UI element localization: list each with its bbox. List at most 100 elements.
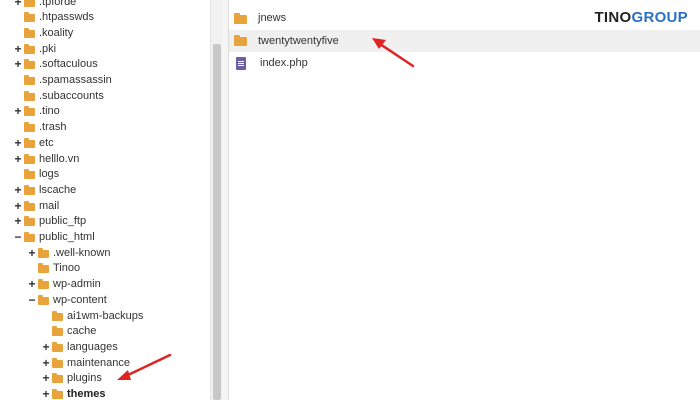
tree-item-label: lscache — [39, 183, 77, 196]
tree-item[interactable]: .htpasswds — [14, 10, 94, 25]
folder-icon — [38, 279, 49, 290]
folder-icon — [24, 106, 35, 117]
tree-item[interactable]: Tinoo — [28, 261, 80, 276]
tree-item[interactable]: + mail — [14, 198, 59, 213]
expand-icon[interactable]: + — [14, 58, 22, 70]
panel-divider[interactable] — [222, 0, 229, 400]
folder-tree: + .tpforde .htpasswds .koality + .pki + .softac… — [0, 0, 210, 400]
folder-icon — [24, 232, 35, 242]
tree-item[interactable]: cache — [42, 324, 96, 339]
tree-item[interactable]: .subaccounts — [14, 88, 104, 103]
folder-icon — [24, 216, 35, 227]
tree-item-label: languages — [67, 340, 118, 353]
tree-item-label: .softaculous — [39, 58, 98, 71]
file-row[interactable]: twentytwentyfive — [229, 29, 700, 52]
tree-item[interactable]: + .softaculous — [14, 57, 98, 72]
tree-item[interactable]: .spamassassin — [14, 73, 112, 88]
expand-icon[interactable]: + — [14, 0, 22, 8]
expand-icon[interactable]: + — [14, 153, 22, 165]
tree-item-label: etc — [39, 136, 54, 149]
tree-item[interactable]: .trash — [14, 120, 67, 135]
tree-item[interactable]: .koality — [14, 25, 73, 40]
tree-item[interactable]: − wp-content — [28, 292, 106, 307]
tree-item[interactable]: + wp-admin — [28, 277, 101, 292]
folder-icon — [24, 200, 35, 211]
folder-icon — [24, 184, 35, 195]
folder-icon — [24, 12, 35, 23]
expand-icon[interactable]: + — [42, 357, 50, 369]
collapse-icon[interactable]: − — [14, 231, 22, 243]
tree-item[interactable]: + .tino — [14, 104, 60, 119]
tree-item-label: mail — [39, 199, 60, 212]
folder-icon — [52, 389, 63, 399]
folder-icon — [52, 326, 63, 337]
tree-item[interactable]: + .well-known — [28, 245, 110, 260]
tree-item-label: wp-admin — [53, 278, 101, 291]
tree-item[interactable]: + .pki — [14, 41, 56, 56]
expand-icon[interactable]: + — [42, 372, 50, 384]
tree-item-label: maintenance — [67, 356, 130, 369]
expand-icon[interactable]: + — [14, 215, 22, 227]
tree-item[interactable]: + languages — [42, 339, 118, 354]
tree-item[interactable]: + themes — [42, 387, 106, 400]
tree-item-label: plugins — [67, 372, 102, 385]
folder-icon — [24, 169, 35, 180]
folder-icon — [24, 153, 35, 164]
tree-item[interactable]: + plugins — [42, 371, 102, 386]
folder-icon — [52, 310, 63, 321]
tree-item-label: public_html — [39, 231, 95, 243]
folder-icon — [52, 357, 63, 368]
file-name: jnews — [258, 12, 287, 24]
expand-icon[interactable]: + — [42, 388, 50, 400]
tree-item[interactable]: + etc — [14, 135, 54, 150]
file-icon — [236, 56, 246, 70]
file-name: index.php — [260, 57, 308, 69]
tree-item[interactable]: − public_html — [14, 230, 95, 245]
expand-icon[interactable]: + — [42, 341, 50, 353]
tree-item-label: public_ftp — [39, 215, 87, 228]
tree-item-label: .well-known — [53, 246, 111, 259]
file-list: jnews twentytwentyfive index.php — [229, 0, 700, 400]
folder-icon — [38, 294, 49, 305]
tree-item-label: .subaccounts — [39, 89, 104, 102]
tree-item[interactable]: logs — [14, 167, 59, 182]
expand-icon[interactable]: + — [28, 278, 36, 290]
expand-icon[interactable]: + — [14, 43, 22, 55]
tree-item-label: .trash — [39, 121, 67, 134]
tree-item[interactable]: + public_ftp — [14, 214, 86, 229]
folder-icon — [24, 122, 35, 133]
folder-icon — [234, 12, 247, 24]
tree-item-label: .tino — [39, 105, 60, 118]
tree-item[interactable]: + lscache — [14, 182, 76, 197]
tree-item-label: themes — [67, 388, 106, 400]
folder-icon — [38, 263, 49, 274]
folder-icon — [24, 90, 35, 101]
expand-icon[interactable]: + — [14, 184, 22, 196]
tree-item-label: .koality — [39, 26, 74, 39]
tree-item[interactable]: + helllo.vn — [14, 151, 79, 166]
folder-icon — [24, 59, 35, 70]
expand-icon[interactable]: + — [14, 105, 22, 117]
folder-icon — [24, 27, 35, 38]
collapse-icon[interactable]: − — [28, 294, 36, 306]
expand-icon[interactable]: + — [14, 137, 22, 149]
expand-icon[interactable]: + — [14, 200, 22, 212]
scrollbar-thumb[interactable] — [213, 44, 221, 400]
tree-item-label: helllo.vn — [39, 152, 80, 165]
expand-icon[interactable]: + — [28, 247, 36, 259]
folder-icon — [24, 137, 35, 148]
folder-icon — [38, 247, 49, 258]
tree-item-label: cache — [67, 325, 97, 338]
tree-item[interactable]: + maintenance — [42, 355, 130, 370]
tree-item-label: .spamassassin — [39, 74, 112, 86]
tino-group-logo: TINOGROUP — [594, 9, 688, 26]
tree-item-label: .pki — [39, 42, 57, 55]
tree-item-label: ai1wm-backups — [67, 309, 144, 322]
tree-item[interactable]: ai1wm-backups — [42, 308, 143, 323]
folder-icon — [234, 35, 247, 46]
tree-item-label: .tpforde — [39, 0, 77, 8]
tree-item[interactable]: + .tpforde — [14, 0, 76, 9]
file-row[interactable]: index.php — [229, 52, 700, 74]
folder-icon — [24, 75, 35, 85]
tree-item-label: logs — [39, 168, 60, 181]
